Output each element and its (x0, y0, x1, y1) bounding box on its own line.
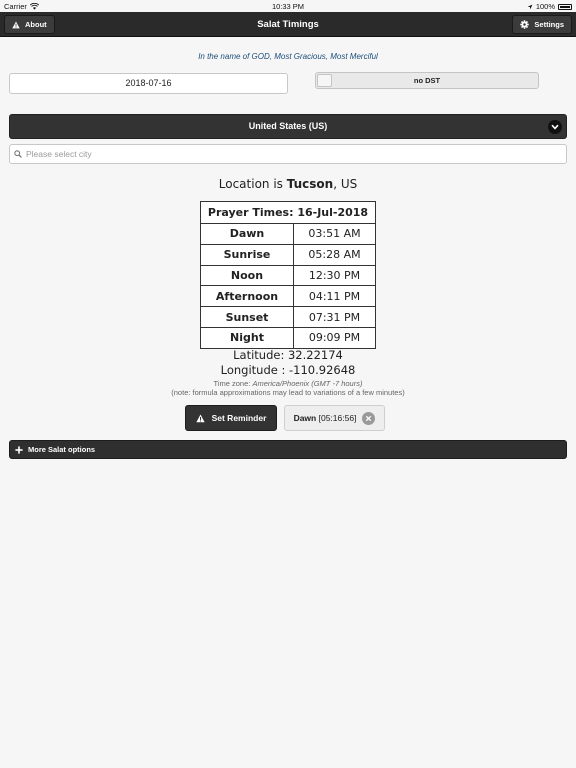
prayer-times-title: Prayer Times: 16-Jul-2018 (200, 201, 376, 224)
prayer-time: 09:09 PM (293, 326, 376, 349)
table-header-row: Prayer Times: 16-Jul-2018 (200, 201, 376, 224)
table-row: Night 09:09 PM (200, 326, 376, 349)
navigation-bar: About Salat Timings Settings (0, 12, 576, 37)
table-row: Noon 12:30 PM (200, 264, 376, 287)
city-search-input[interactable] (26, 149, 566, 159)
search-icon (14, 150, 22, 158)
prayer-name: Noon (200, 264, 294, 287)
gear-icon (520, 20, 530, 29)
prayer-name: Night (200, 326, 294, 349)
table-row: Dawn 03:51 AM (200, 223, 376, 245)
set-reminder-label: Set Reminder (211, 413, 267, 423)
location-city: Tucson (286, 177, 334, 191)
prayer-name: Sunset (200, 306, 294, 328)
warning-icon (195, 414, 205, 422)
prayer-time: 12:30 PM (293, 264, 376, 287)
next-prayer-name: Dawn (293, 413, 317, 423)
status-right: 100% (527, 2, 572, 11)
close-icon[interactable] (362, 411, 376, 425)
dst-toggle-knob[interactable] (317, 74, 332, 87)
next-prayer-chip[interactable]: Dawn [05:16:56] (284, 405, 385, 431)
status-bar: Carrier 10:33 PM 100% (0, 0, 576, 12)
blessing-text: In the name of GOD, Most Gracious, Most … (198, 52, 378, 61)
settings-label: Settings (534, 20, 564, 29)
location-arrow-icon (527, 4, 533, 9)
prayer-time: 04:11 PM (293, 285, 376, 308)
prayer-time: 05:28 AM (293, 243, 376, 266)
timezone-line: Time zone: America/Phoenix (GMT -7 hours… (0, 379, 576, 388)
location-country: , US (333, 177, 358, 191)
clock: 10:33 PM (271, 2, 305, 11)
prayer-name: Dawn (200, 223, 294, 245)
plus-icon (15, 445, 23, 454)
battery-icon (558, 3, 572, 10)
table-row: Sunrise 05:28 AM (200, 243, 376, 266)
battery-percent: 100% (535, 2, 555, 11)
date-field[interactable]: 2018-07-16 (9, 73, 288, 94)
more-salat-options-label: More Salat options (28, 445, 96, 454)
location-line: Location is Tucson, US (0, 177, 576, 191)
latitude-text: Latitude: 32.22174 (233, 348, 343, 362)
prayer-time: 03:51 AM (293, 223, 376, 245)
next-prayer-countdown: [05:16:56] (318, 413, 357, 423)
table-row: Afternoon 04:11 PM (200, 285, 376, 308)
next-prayer-text: Dawn [05:16:56] (294, 413, 357, 423)
country-selected-label: United States (US) (248, 121, 328, 131)
table-row: Sunset 07:31 PM (200, 306, 376, 328)
dst-label: no DST (413, 76, 441, 85)
page-title: Salat Timings (257, 19, 319, 30)
location-prefix: Location is (218, 177, 283, 191)
approximation-note: (note: formula approximations may lead t… (171, 388, 405, 397)
chevron-down-icon (548, 120, 562, 134)
settings-button[interactable]: Settings (512, 15, 572, 34)
city-search-box[interactable] (9, 144, 567, 164)
set-reminder-button[interactable]: Set Reminder (185, 405, 277, 431)
prayer-name: Afternoon (200, 285, 294, 308)
timezone-value: America/Phoenix (GMT -7 hours) (252, 379, 363, 388)
dst-toggle[interactable]: no DST (315, 72, 539, 89)
prayer-name: Sunrise (200, 243, 294, 266)
prayer-times-table: Prayer Times: 16-Jul-2018 Dawn 03:51 AM … (200, 201, 376, 349)
prayer-time: 07:31 PM (293, 306, 376, 328)
more-salat-options-button[interactable]: More Salat options (9, 440, 567, 459)
country-select[interactable]: United States (US) (9, 114, 567, 139)
longitude-text: Longitude : -110.92648 (220, 363, 356, 377)
timezone-prefix: Time zone: (213, 379, 251, 388)
